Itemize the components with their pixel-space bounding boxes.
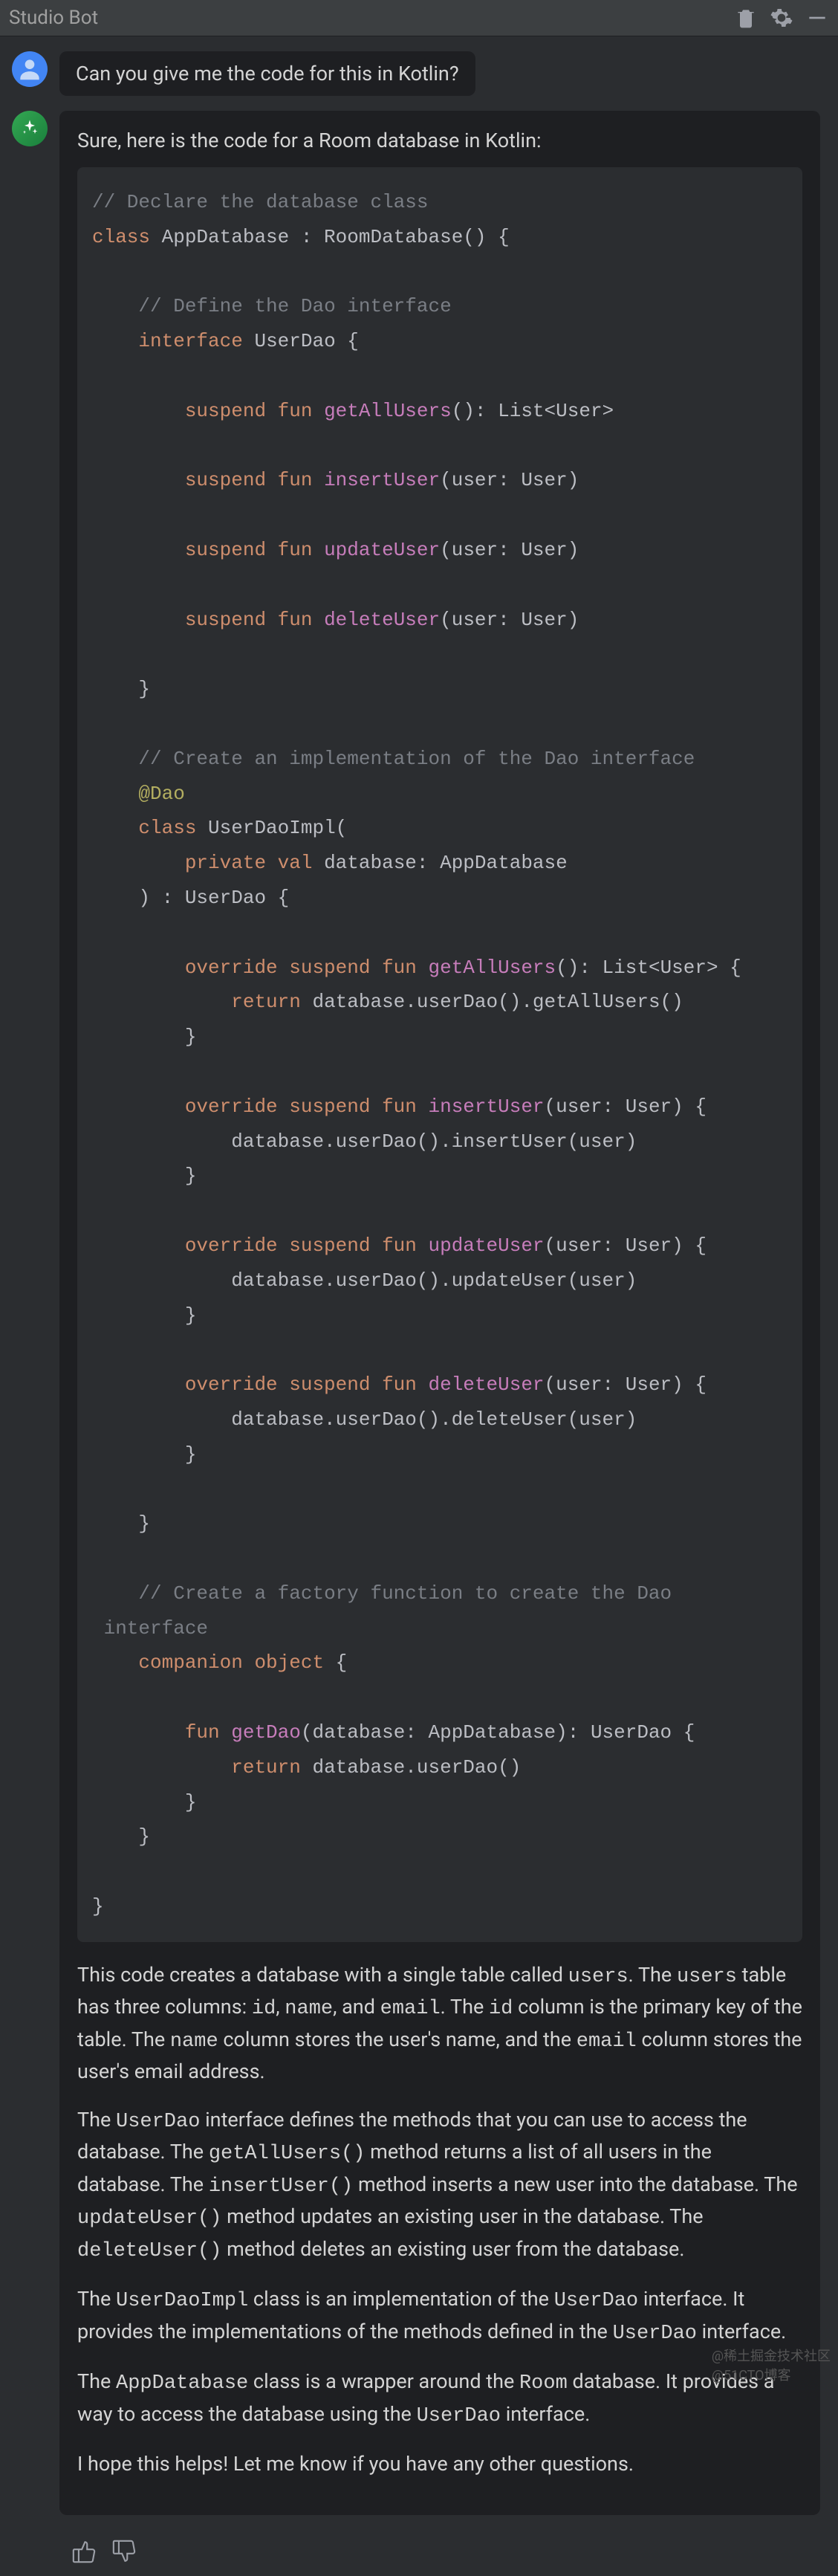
code-block[interactable]: // Declare the database class class AppD… <box>77 167 802 1942</box>
explanation-p3: The UserDaoImpl class is an implementati… <box>77 2284 802 2349</box>
watermark: @稀土掘金技术社区 @51CTO博客 <box>712 2346 831 2384</box>
person-icon <box>16 55 44 83</box>
sparkle-icon <box>19 118 40 139</box>
chat-content: Can you give me the code for this in Kot… <box>0 36 838 2576</box>
gear-icon[interactable] <box>770 6 793 30</box>
explanation-p2: The UserDao interface defines the method… <box>77 2105 802 2267</box>
explanation-p1: This code creates a database with a sing… <box>77 1960 802 2087</box>
bot-avatar <box>12 111 48 146</box>
user-avatar <box>12 51 48 87</box>
user-message-row: Can you give me the code for this in Kot… <box>12 51 820 96</box>
feedback-row <box>12 2530 820 2576</box>
thumbs-up-icon[interactable] <box>71 2539 97 2564</box>
explanation-p5: I hope this helps! Let me know if you ha… <box>77 2449 802 2479</box>
user-message: Can you give me the code for this in Kot… <box>59 51 475 96</box>
minimize-icon[interactable] <box>805 6 829 30</box>
bot-intro-text: Sure, here is the code for a Room databa… <box>77 129 802 152</box>
panel-title: Studio Bot <box>9 7 98 29</box>
explanation: This code creates a database with a sing… <box>77 1960 802 2479</box>
bot-message-row: Sure, here is the code for a Room databa… <box>12 111 820 2515</box>
bot-message: Sure, here is the code for a Room databa… <box>59 111 820 2515</box>
header-bar: Studio Bot <box>0 0 838 36</box>
trash-icon[interactable] <box>734 6 758 30</box>
explanation-p4: The AppDatabase class is a wrapper aroun… <box>77 2366 802 2431</box>
header-actions <box>734 6 829 30</box>
thumbs-down-icon[interactable] <box>111 2539 137 2564</box>
